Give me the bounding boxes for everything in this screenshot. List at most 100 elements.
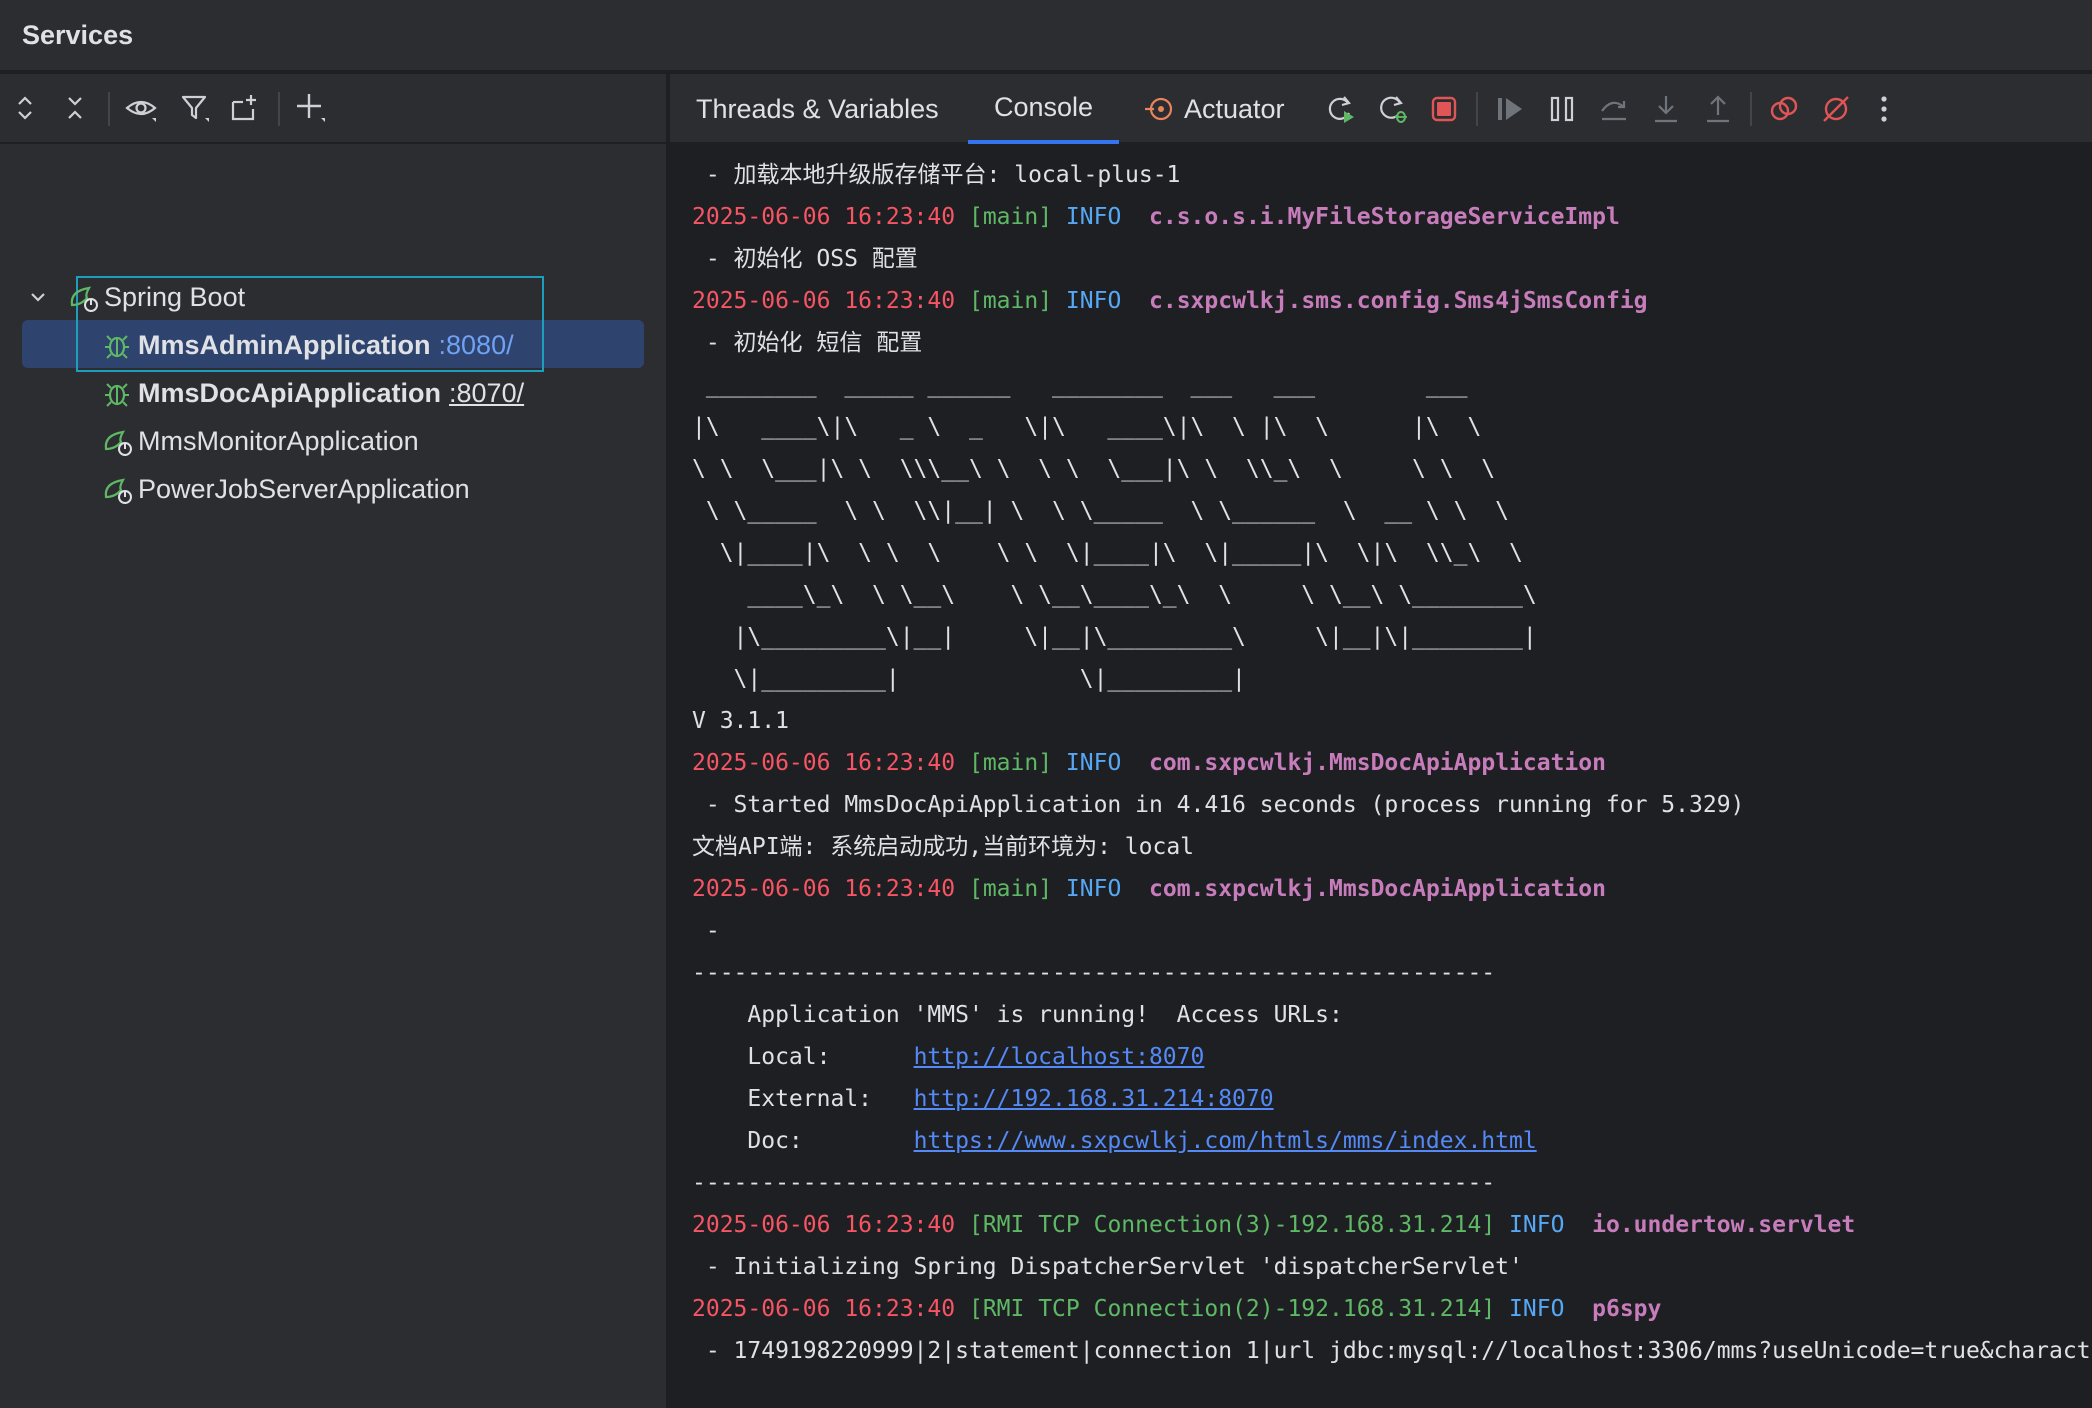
rerun-debug-icon[interactable] xyxy=(1374,91,1410,127)
console-text: \ \ \___|\ \ \\\__\ \ \ \ \___|\ \ \\_\ … xyxy=(692,456,1496,482)
console-line: - Initializing Spring DispatcherServlet … xyxy=(692,1246,2092,1288)
log-logger: com.sxpcwlkj.MmsDocApiApplication xyxy=(1149,876,1606,902)
log-thread: [main] xyxy=(968,876,1053,902)
console-line: 2025-06-06 16:23:40 [RMI TCP Connection(… xyxy=(692,1288,2092,1330)
log-level: INFO xyxy=(1509,1296,1565,1322)
tab-actuator[interactable]: Actuator xyxy=(1144,74,1285,144)
spring-boot-icon xyxy=(100,424,134,458)
services-window: Services Spring Boot MmsAdminApplication… xyxy=(0,0,2092,1408)
toolbar-separator xyxy=(108,92,110,126)
tab-threads-variables[interactable]: Threads & Variables xyxy=(696,74,939,144)
view-breakpoints-icon[interactable] xyxy=(1766,91,1802,127)
log-thread: [main] xyxy=(968,750,1053,776)
service-port-link[interactable]: :8070/ xyxy=(449,378,524,409)
step-over-icon[interactable] xyxy=(1596,91,1632,127)
tab-label: Actuator xyxy=(1184,93,1285,124)
console-line: 2025-06-06 16:23:40 [main] INFO com.sxpc… xyxy=(692,868,2092,910)
debug-bug-icon xyxy=(100,328,134,362)
resume-icon[interactable] xyxy=(1492,91,1528,127)
mute-breakpoints-icon[interactable] xyxy=(1818,91,1854,127)
rerun-icon[interactable] xyxy=(1322,91,1358,127)
console-text: External: xyxy=(692,1086,914,1112)
console-line: - xyxy=(692,910,2092,952)
add-service-icon[interactable] xyxy=(294,91,328,125)
console-text: |\_________\|__| \|__|\_________\ \|__|\… xyxy=(692,624,1537,650)
new-tab-icon[interactable] xyxy=(228,91,262,125)
log-level: INFO xyxy=(1065,204,1122,230)
tab-console[interactable]: Console xyxy=(968,74,1120,144)
chevron-down-icon[interactable] xyxy=(24,280,52,314)
log-level: INFO xyxy=(1065,876,1122,902)
service-item-mmsmonitorapplication[interactable]: MmsMonitorApplication xyxy=(100,418,419,464)
console-output[interactable]: - 加载本地升级版存储平台: local-plus-1 2025-06-06 16… xyxy=(692,154,2092,1404)
console-link[interactable]: http://localhost:8070 xyxy=(914,1044,1205,1070)
console-line: Application 'MMS' is running! Access URL… xyxy=(692,994,2092,1036)
tree-node-spring-boot[interactable]: Spring Boot xyxy=(24,274,245,320)
service-item-mmsdocapiapplication[interactable]: MmsDocApiApplication :8070/ xyxy=(100,370,524,416)
log-logger: com.sxpcwlkj.MmsDocApiApplication xyxy=(1149,750,1606,776)
console-text: Application 'MMS' is running! Access URL… xyxy=(692,1002,1343,1028)
spring-boot-icon xyxy=(66,280,100,314)
console-line: ----------------------------------------… xyxy=(692,952,2092,994)
console-line: ____\_\ \ \__\ \ \__\____\_\ \ \ \__\ \_… xyxy=(692,574,2092,616)
window-title: Services xyxy=(22,20,134,50)
console-line: V 3.1.1 xyxy=(692,700,2092,742)
tab-label: Console xyxy=(994,91,1094,122)
debug-toolbar: Threads & Variables Console Actuator xyxy=(670,74,2092,144)
service-item-mmsadminapplication[interactable]: MmsAdminApplication :8080/ xyxy=(100,322,514,368)
step-into-icon[interactable] xyxy=(1648,91,1684,127)
debug-pane: Threads & Variables Console Actuator - 加… xyxy=(670,74,2092,1408)
tab-label: Threads & Variables xyxy=(696,93,939,124)
console-line: 文档API端: 系统启动成功,当前环境为: local xyxy=(692,826,2092,868)
log-timestamp: 2025-06-06 16:23:40 xyxy=(692,1296,956,1322)
console-text: - 初始化 OSS 配置 xyxy=(692,246,918,272)
service-port-link[interactable]: :8080/ xyxy=(439,330,514,361)
toolbar-separator xyxy=(1750,92,1752,126)
log-thread: [RMI TCP Connection(2)-192.168.31.214] xyxy=(968,1296,1496,1322)
console-text: ____\_\ \ \__\ \ \__\____\_\ \ \ \__\ \_… xyxy=(692,582,1537,608)
show-icon[interactable] xyxy=(124,91,158,125)
log-logger: c.s.o.s.i.MyFileStorageServiceImpl xyxy=(1149,204,1620,230)
expand-all-icon[interactable] xyxy=(8,91,42,125)
toolbar-separator xyxy=(278,92,280,126)
log-logger: p6spy xyxy=(1592,1296,1662,1322)
console-line: Local: http://localhost:8070 xyxy=(692,1036,2092,1078)
console-text: Local: xyxy=(692,1044,914,1070)
console-line: - Started MmsDocApiApplication in 4.416 … xyxy=(692,784,2092,826)
console-text: |\ ____\|\ _ \ _ \|\ ____\|\ \ |\ \ |\ \ xyxy=(692,414,1482,440)
more-icon[interactable] xyxy=(1866,91,1902,127)
console-line: 2025-06-06 16:23:40 [main] INFO c.s.o.s.… xyxy=(692,196,2092,238)
console-text: Doc: xyxy=(692,1128,914,1154)
filter-icon[interactable] xyxy=(178,91,212,125)
console-text: - 1749198220999|2|statement|connection 1… xyxy=(705,1338,2092,1364)
console-line: 2025-06-06 16:23:40 [main] INFO com.sxpc… xyxy=(692,742,2092,784)
pause-icon[interactable] xyxy=(1544,91,1580,127)
actuator-icon xyxy=(1144,94,1174,124)
log-thread: [main] xyxy=(968,204,1053,230)
collapse-all-icon[interactable] xyxy=(58,91,92,125)
console-line: |\ ____\|\ _ \ _ \|\ ____\|\ \ |\ \ |\ \ xyxy=(692,406,2092,448)
console-line: \ \ \___|\ \ \\\__\ \ \ \ \___|\ \ \\_\ … xyxy=(692,448,2092,490)
debug-bug-icon xyxy=(100,376,134,410)
log-timestamp: 2025-06-06 16:23:40 xyxy=(692,750,956,776)
stop-icon[interactable] xyxy=(1426,91,1462,127)
service-item-powerjobserverapplication[interactable]: PowerJobServerApplication xyxy=(100,466,470,512)
console-line: 2025-06-06 16:23:40 [main] INFO c.sxpcwl… xyxy=(692,280,2092,322)
console-text: ----------------------------------------… xyxy=(692,1170,1496,1196)
console-line: \ \_____ \ \ \\|__| \ \ \_____ \ \______… xyxy=(692,490,2092,532)
console-line: 2025-06-06 16:23:40 [RMI TCP Connection(… xyxy=(692,1204,2092,1246)
console-link[interactable]: http://192.168.31.214:8070 xyxy=(914,1086,1274,1112)
step-out-icon[interactable] xyxy=(1700,91,1736,127)
console-link[interactable]: https://www.sxpcwlkj.com/htmls/mms/index… xyxy=(914,1128,1537,1154)
